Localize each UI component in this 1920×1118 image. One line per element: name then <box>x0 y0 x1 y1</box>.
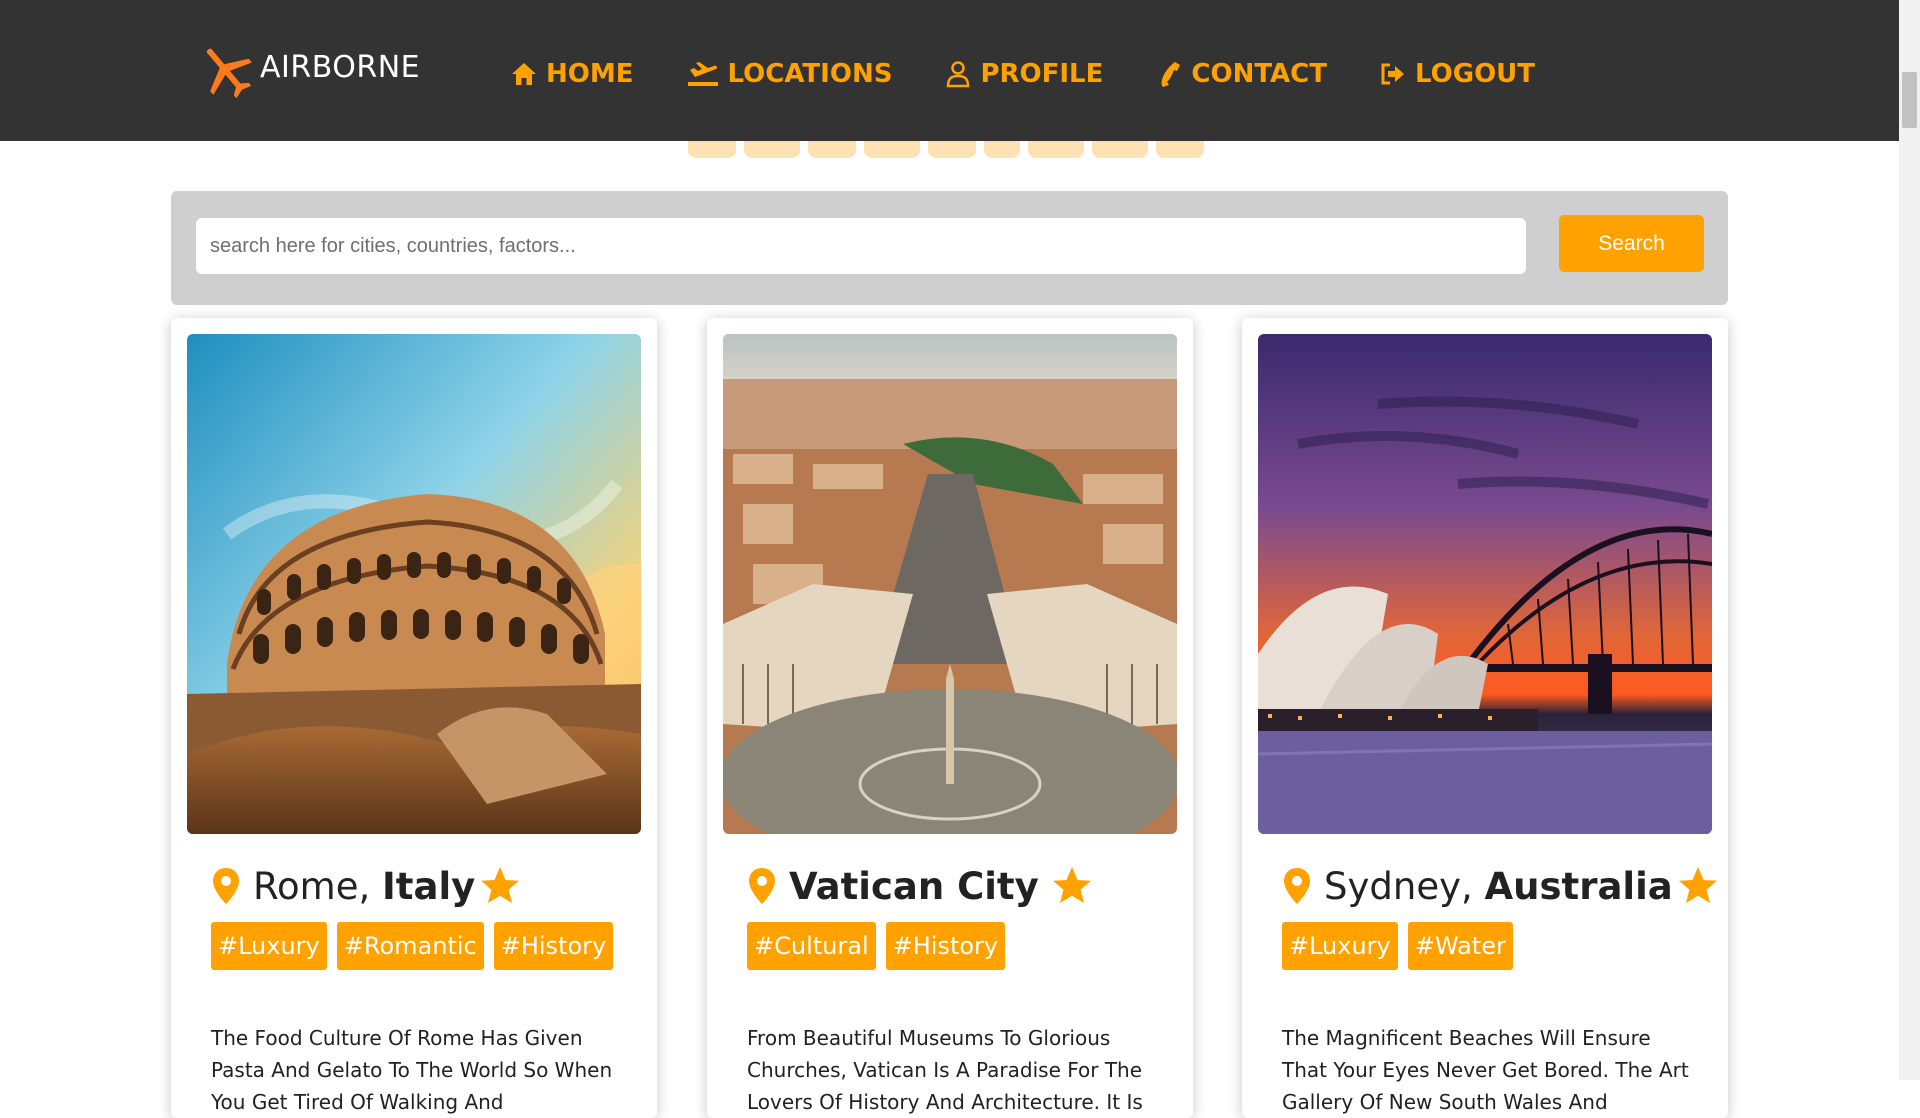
home-icon <box>512 63 536 85</box>
map-pin-icon <box>1284 868 1310 904</box>
tag-list: #Cultural #History <box>747 922 1006 970</box>
search-input[interactable] <box>196 218 1526 274</box>
logout-icon <box>1381 63 1404 85</box>
location-card-vatican[interactable]: Vatican City #Cultural #History From Bea… <box>707 318 1193 1118</box>
city-name: Sydney, <box>1324 864 1473 908</box>
tag-list: #Luxury #Water <box>1282 922 1513 970</box>
tag[interactable]: #Cultural <box>747 922 876 970</box>
phone-icon <box>1162 62 1181 87</box>
scrollbar-thumb[interactable] <box>1902 72 1917 128</box>
tag[interactable]: #History <box>885 922 1006 970</box>
tag[interactable]: #History <box>493 922 614 970</box>
location-card-sydney[interactable]: Sydney, Australia #Luxury #Water The Mag… <box>1242 318 1728 1118</box>
favorite-star-icon[interactable] <box>479 865 521 907</box>
location-description: The Food Culture Of Rome Has Given Pasta… <box>211 1026 613 1114</box>
location-description: From Beautiful Museums To Glorious Churc… <box>747 1026 1143 1114</box>
location-title: Rome, Italy <box>211 856 521 916</box>
brand-logo[interactable]: AIRBORNE <box>196 40 420 104</box>
location-image-vatican <box>723 334 1177 834</box>
main-nav: HOME LOCATIONS PROFILE CONTACT LOGOUT <box>510 54 1587 94</box>
navbar: AIRBORNE HOME LOCATIONS PROFILE CONTACT … <box>0 0 1899 141</box>
nav-contact[interactable]: CONTACT <box>1155 54 1327 94</box>
city-name: Rome, <box>253 864 371 908</box>
page-scrollbar[interactable] <box>1899 0 1920 1080</box>
location-title: Sydney, Australia <box>1282 856 1719 916</box>
location-card-rome[interactable]: Rome, Italy #Luxury #Romantic #History T… <box>171 318 657 1118</box>
location-name: Rome, Italy <box>253 865 475 908</box>
nav-logout-label: LOGOUT <box>1415 59 1536 89</box>
search-button[interactable]: Search <box>1559 215 1704 272</box>
tag[interactable]: #Luxury <box>211 922 327 970</box>
tag-list: #Luxury #Romantic #History <box>211 922 614 970</box>
location-image-sydney <box>1258 334 1712 834</box>
nav-home[interactable]: HOME <box>510 54 634 94</box>
tag[interactable]: #Romantic <box>336 922 484 970</box>
nav-profile-label: PROFILE <box>980 59 1104 89</box>
tag[interactable]: #Water <box>1407 922 1513 970</box>
nav-locations-label: LOCATIONS <box>727 59 893 89</box>
nav-logout[interactable]: LOGOUT <box>1379 54 1535 94</box>
country-name: Australia <box>1484 864 1673 908</box>
tag[interactable]: #Luxury <box>1282 922 1398 970</box>
nav-home-label: HOME <box>546 59 634 89</box>
brand-name: AIRBORNE <box>260 49 421 85</box>
search-panel: Search <box>171 191 1728 305</box>
airplane-logo-icon <box>206 48 252 99</box>
location-image-rome <box>187 334 641 834</box>
nav-contact-label: CONTACT <box>1191 59 1327 89</box>
map-pin-icon <box>213 868 239 904</box>
location-description: The Magnificent Beaches Will Ensure That… <box>1282 1026 1689 1114</box>
user-icon <box>947 61 970 88</box>
plane-landing-icon <box>687 62 718 86</box>
nav-locations[interactable]: LOCATIONS <box>686 54 893 94</box>
country-name: Italy <box>382 864 476 908</box>
nav-profile[interactable]: PROFILE <box>944 54 1103 94</box>
country-name: Vatican City <box>789 864 1039 908</box>
favorite-star-icon[interactable] <box>1051 865 1093 907</box>
map-pin-icon <box>749 868 775 904</box>
location-name: Sydney, Australia <box>1324 865 1673 908</box>
favorite-star-icon[interactable] <box>1677 865 1719 907</box>
location-name: Vatican City <box>789 865 1039 908</box>
location-title: Vatican City <box>747 856 1093 916</box>
